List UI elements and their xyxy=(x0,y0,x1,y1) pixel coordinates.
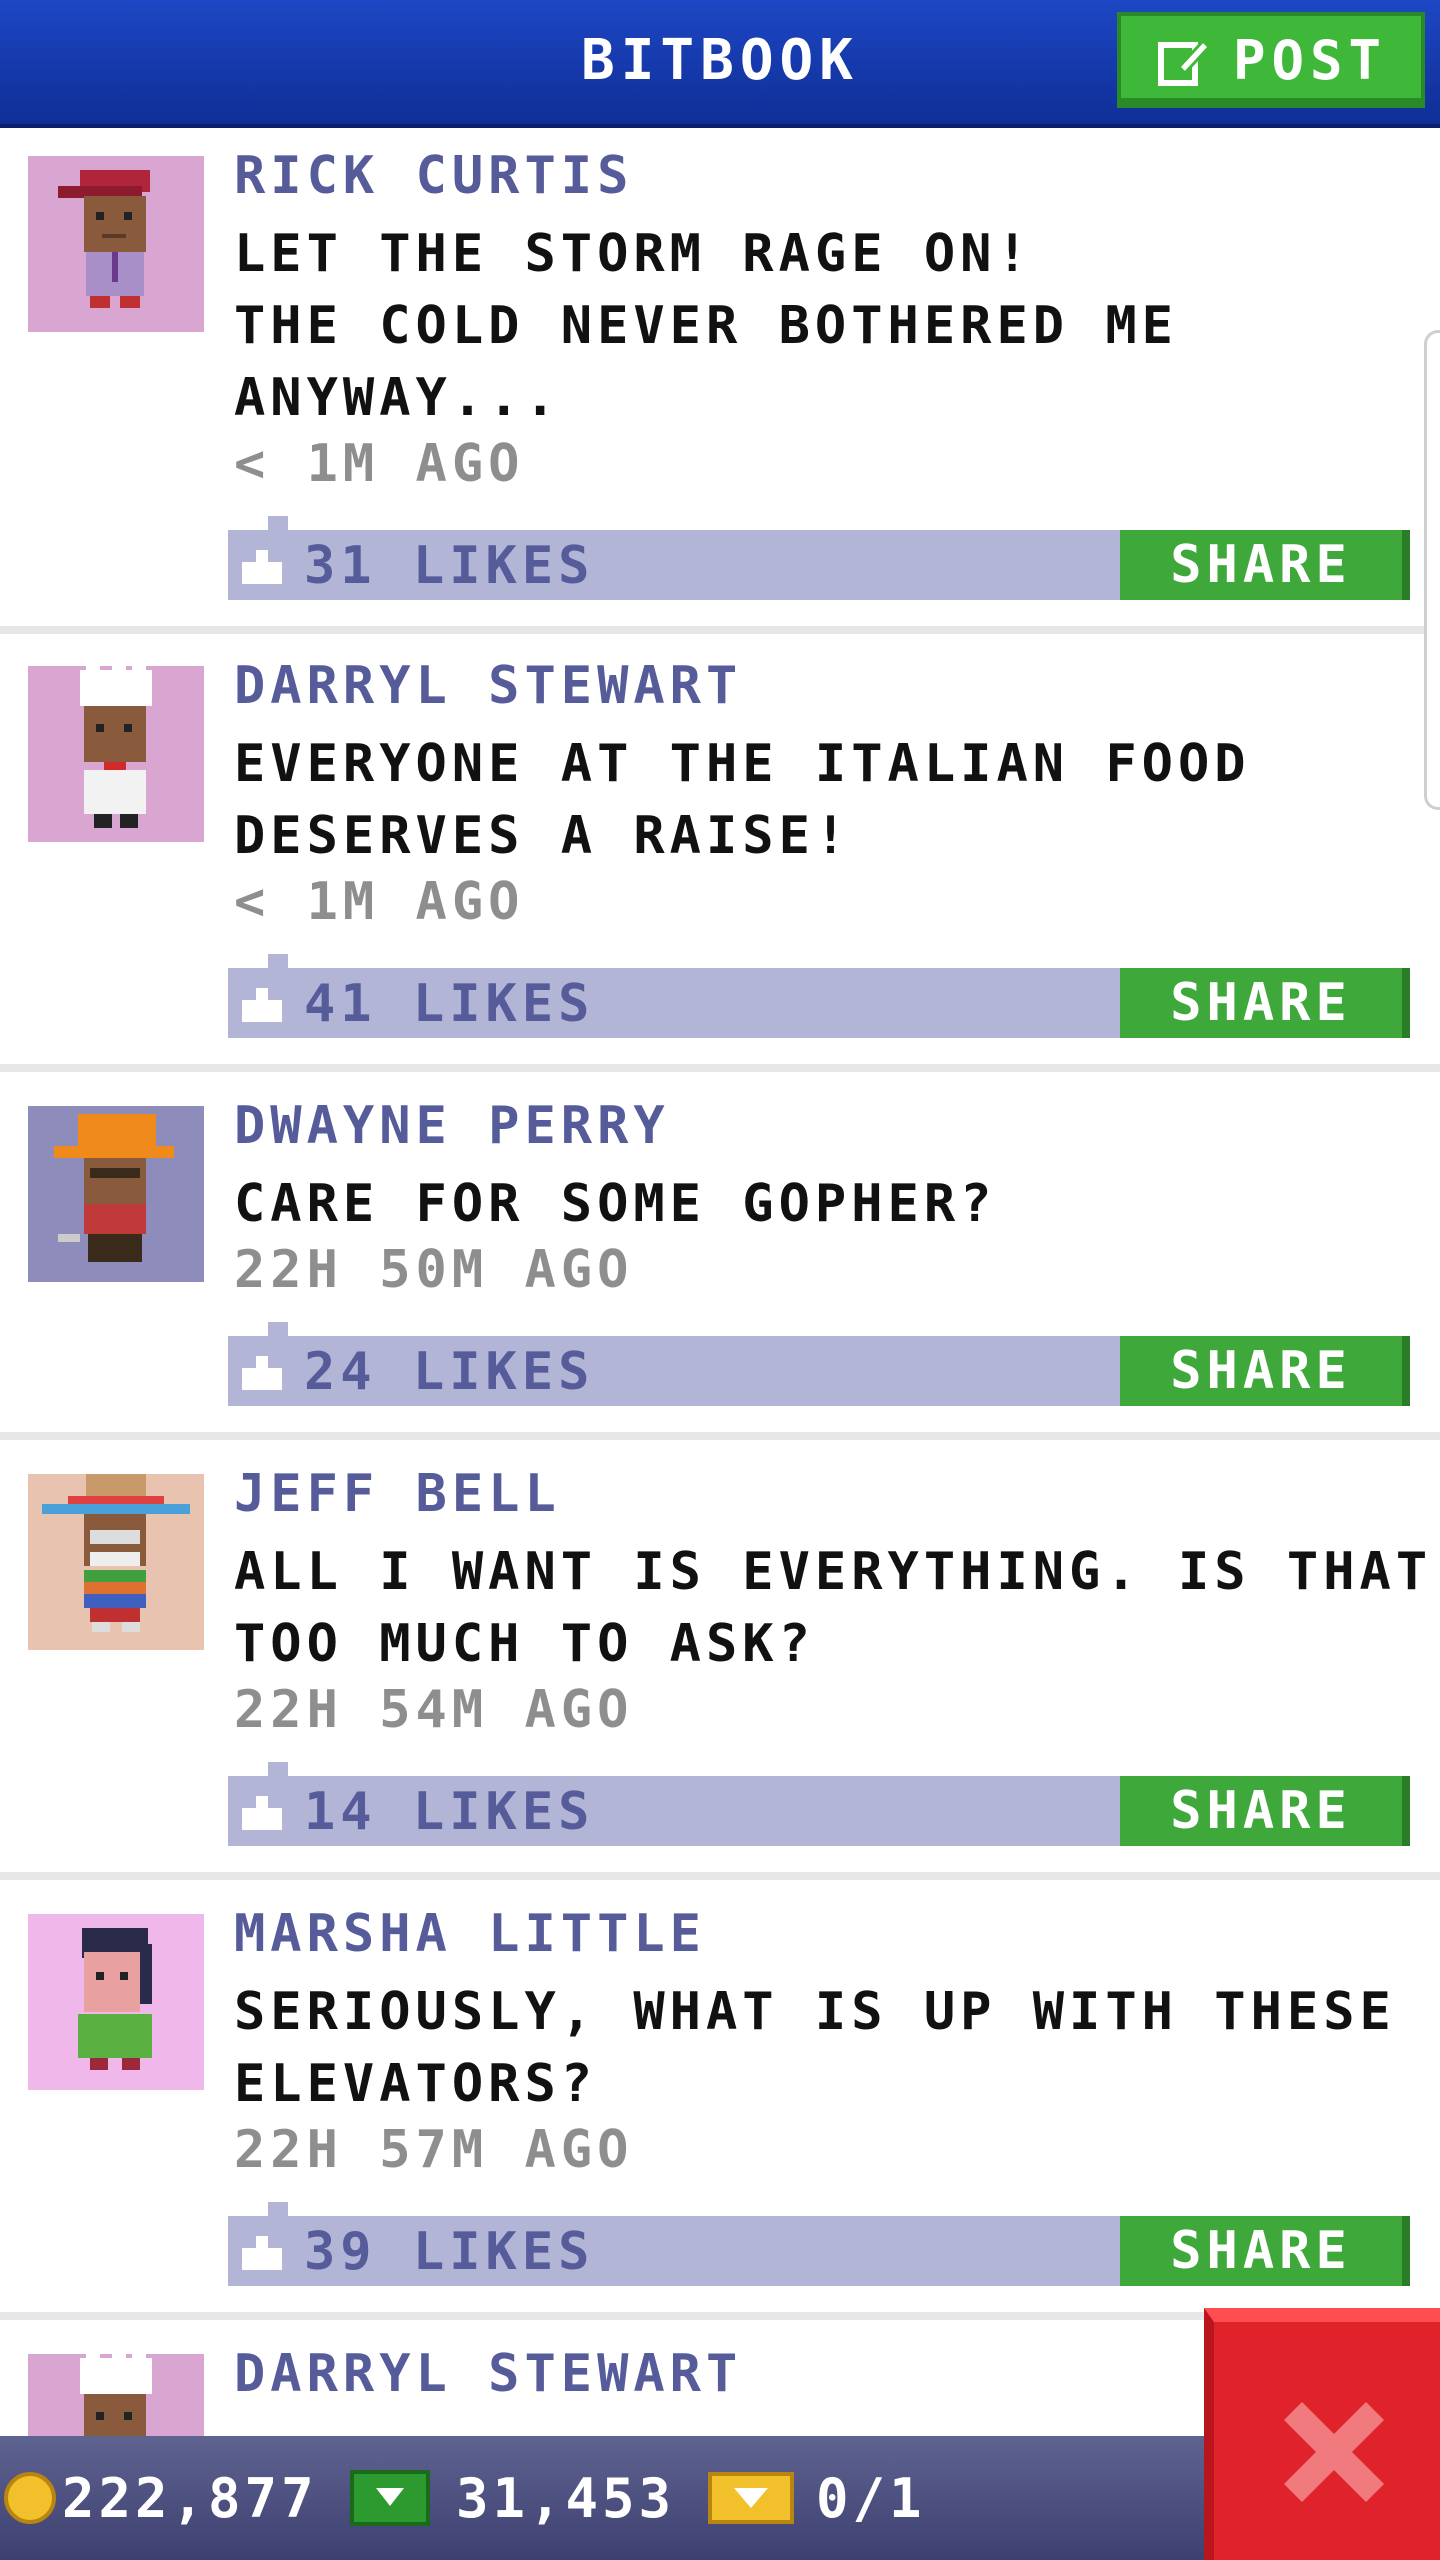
post-message-line: TOO MUCH TO ASK? xyxy=(234,1614,815,1674)
thumbs-up-icon xyxy=(242,550,282,584)
post-message-line: DESERVES A RAISE! xyxy=(234,806,852,866)
post-message: EVERYONE AT THE ITALIAN FOOD DESERVES A … xyxy=(234,728,1394,872)
thumbs-up-icon xyxy=(242,988,282,1022)
tickets-stat[interactable]: 0/1 xyxy=(708,2458,926,2538)
feed-post: JEFF BELL ALL I WANT IS EVERYTHING. IS T… xyxy=(0,1446,1440,1886)
share-button[interactable]: SHARE xyxy=(1120,1776,1410,1846)
thumbs-up-icon xyxy=(242,1796,282,1830)
feed-post: DARRYL STEWART EVERYONE AT THE ITALIAN F… xyxy=(0,638,1440,1078)
post-message: LET THE STORM RAGE ON! THE COLD NEVER BO… xyxy=(234,218,1394,434)
post-divider xyxy=(0,1432,1440,1440)
post-divider xyxy=(0,1872,1440,1880)
thumbs-up-icon xyxy=(242,1356,282,1390)
coins-value: 222,877 xyxy=(62,2466,318,2530)
post-timestamp: < 1M AGO xyxy=(234,434,525,494)
feed-post: RICK CURTIS LET THE STORM RAGE ON! THE C… xyxy=(0,128,1440,638)
post-message-line: ELEVATORS? xyxy=(234,2054,598,2114)
tickets-value: 0/1 xyxy=(816,2466,926,2530)
avatar[interactable] xyxy=(28,1914,204,2090)
likes-count[interactable]: 39 LIKES xyxy=(304,2222,594,2282)
likes-count[interactable]: 31 LIKES xyxy=(304,536,594,596)
post-message: CARE FOR SOME GOPHER? xyxy=(234,1168,1394,1240)
person-red-cap-icon xyxy=(28,156,204,332)
post-message-line: CARE FOR SOME GOPHER? xyxy=(234,1174,997,1234)
compose-icon xyxy=(1157,33,1212,87)
post-timestamp: 22H 50M AGO xyxy=(234,1240,634,1300)
post-author[interactable]: DWAYNE PERRY xyxy=(234,1096,670,1156)
scrollbar-thumb[interactable] xyxy=(1424,330,1440,810)
coins-stat[interactable]: 222,877 xyxy=(4,2458,318,2538)
post-message: ALL I WANT IS EVERYTHING. IS THAT TOO MU… xyxy=(234,1536,1433,1680)
avatar[interactable] xyxy=(28,666,204,842)
share-button[interactable]: SHARE xyxy=(1120,530,1410,600)
bux-icon xyxy=(350,2470,430,2526)
bux-value: 31,453 xyxy=(456,2466,676,2530)
close-button[interactable] xyxy=(1204,2308,1440,2560)
post-message-line: THE COLD NEVER BOTHERED ME xyxy=(234,296,1178,356)
close-icon xyxy=(1284,2402,1384,2502)
likes-bar: 39 LIKES SHARE xyxy=(228,2202,1410,2286)
avatar[interactable] xyxy=(28,1106,204,1282)
likes-bar: 14 LIKES SHARE xyxy=(228,1762,1410,1846)
coin-icon xyxy=(4,2472,56,2524)
post-author[interactable]: JEFF BELL xyxy=(234,1464,561,1524)
likes-bar: 31 LIKES SHARE xyxy=(228,516,1410,600)
post-message-line: LET THE STORM RAGE ON! xyxy=(234,224,1033,284)
sombrero-man-icon xyxy=(28,1474,204,1650)
feed-post: MARSHA LITTLE SERIOUSLY, WHAT IS UP WITH… xyxy=(0,1886,1440,2326)
thumbs-up-icon xyxy=(242,2236,282,2270)
post-message-line: ALL I WANT IS EVERYTHING. IS THAT xyxy=(234,1542,1433,1602)
post-button-label: POST xyxy=(1233,28,1388,92)
post-timestamp: 22H 54M AGO xyxy=(234,1680,634,1740)
avatar[interactable] xyxy=(28,1474,204,1650)
likes-count[interactable]: 24 LIKES xyxy=(304,1342,594,1402)
likes-bar: 41 LIKES SHARE xyxy=(228,954,1410,1038)
post-author[interactable]: DARRYL STEWART xyxy=(234,656,742,716)
share-button[interactable]: SHARE xyxy=(1120,2216,1410,2286)
post-message-line: ANYWAY... xyxy=(234,368,561,428)
woman-green-shirt-icon xyxy=(28,1914,204,2090)
likes-bar: 24 LIKES SHARE xyxy=(228,1322,1410,1406)
post-message-line: SERIOUSLY, WHAT IS UP WITH THESE xyxy=(234,1982,1396,2042)
post-author[interactable]: DARRYL STEWART xyxy=(234,2344,742,2404)
top-bar: BITBOOK POST xyxy=(0,0,1440,128)
post-author[interactable]: MARSHA LITTLE xyxy=(234,1904,706,1964)
bux-stat[interactable]: 31,453 xyxy=(350,2458,675,2538)
post-message: SERIOUSLY, WHAT IS UP WITH THESE ELEVATO… xyxy=(234,1976,1394,2120)
post-button[interactable]: POST xyxy=(1117,12,1425,108)
feed-post: DWAYNE PERRY CARE FOR SOME GOPHER? 22H 5… xyxy=(0,1078,1440,1446)
feed[interactable]: RICK CURTIS LET THE STORM RAGE ON! THE C… xyxy=(0,128,1440,2530)
post-timestamp: 22H 57M AGO xyxy=(234,2120,634,2180)
construction-worker-icon xyxy=(28,1106,204,1282)
share-button[interactable]: SHARE xyxy=(1120,968,1410,1038)
likes-count[interactable]: 41 LIKES xyxy=(304,974,594,1034)
post-author[interactable]: RICK CURTIS xyxy=(234,146,633,206)
post-message-line: EVERYONE AT THE ITALIAN FOOD xyxy=(234,734,1251,794)
share-button[interactable]: SHARE xyxy=(1120,1336,1410,1406)
avatar[interactable] xyxy=(28,156,204,332)
chef-icon xyxy=(28,666,204,842)
post-divider xyxy=(0,626,1440,634)
likes-count[interactable]: 14 LIKES xyxy=(304,1782,594,1842)
post-timestamp: < 1M AGO xyxy=(234,872,525,932)
ticket-icon xyxy=(708,2472,794,2524)
post-divider xyxy=(0,1064,1440,1072)
